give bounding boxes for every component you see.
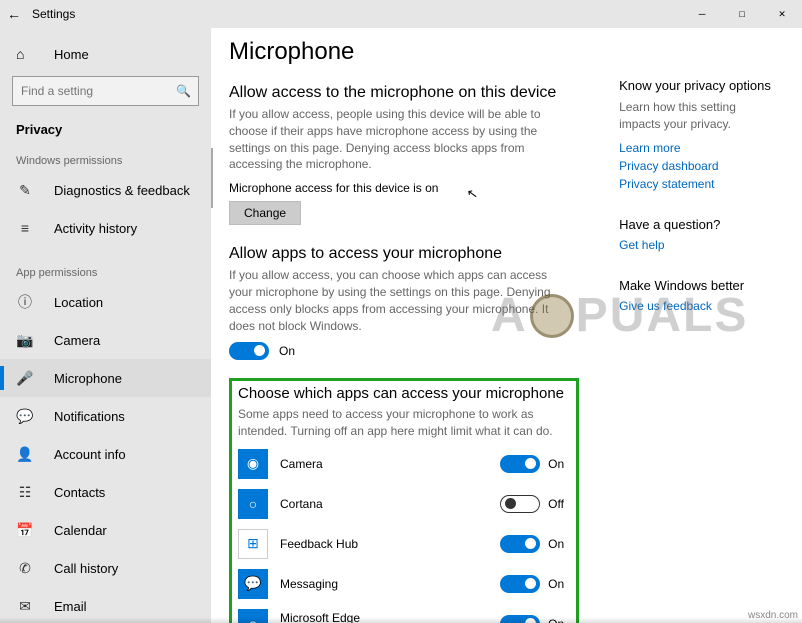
app-row-feedback-hub: ⊞ Feedback Hub On [238,524,570,564]
app-name: Camera [280,457,500,471]
nav-label: Diagnostics & feedback [54,183,190,198]
right-column: Know your privacy options Learn how this… [619,38,780,623]
link-privacy-dashboard[interactable]: Privacy dashboard [619,159,780,173]
app-row-cortana: ○ Cortana Off [238,484,570,524]
sidebar-item-location[interactable]: ⓘ Location [0,283,211,321]
highlighted-section: Choose which apps can access your microp… [229,378,579,623]
group-header-app-permissions: App permissions [0,261,211,283]
section-app-access-title: Allow apps to access your microphone [229,245,579,263]
app-toggle[interactable] [500,575,540,593]
link-give-us-feedback[interactable]: Give us feedback [619,299,780,313]
nav-icon: 👤 [16,446,34,463]
nav-label: Camera [54,333,100,348]
section-device-access-desc: If you allow access, people using this d… [229,106,559,173]
device-access-status: Microphone access for this device is on [229,181,579,195]
window-title: Settings [28,7,682,21]
section-device-access-title: Allow access to the microphone on this d… [229,84,579,102]
have-question-heading: Have a question? [619,217,780,232]
section-choose-apps-title: Choose which apps can access your microp… [238,385,570,402]
nav-label: Calendar [54,523,107,538]
sidebar-item-camera[interactable]: 📷 Camera [0,321,211,359]
nav-label: Contacts [54,485,105,500]
nav-icon: ⓘ [16,292,34,312]
app-name: Cortana [280,497,500,511]
privacy-options-desc: Learn how this setting impacts your priv… [619,99,780,133]
nav-icon: 💬 [16,408,34,425]
make-better-heading: Make Windows better [619,278,780,293]
nav-icon: 📅 [16,522,34,539]
nav-icon: ✎ [16,182,34,199]
current-category: Privacy [0,114,211,149]
link-learn-more[interactable]: Learn more [619,141,780,155]
nav-label: Account info [54,447,126,462]
link-privacy-statement[interactable]: Privacy statement [619,177,780,191]
close-button[interactable]: ✕ [762,0,802,28]
nav-icon: ☷ [16,484,34,501]
nav-label: Notifications [54,409,125,424]
nav-label: Call history [54,561,118,576]
nav-icon: 🎤 [16,370,34,387]
title-bar: ← Settings — ☐ ✕ [0,0,802,28]
app-row-messaging: 💬 Messaging On [238,564,570,604]
home-link[interactable]: ⌂ Home [0,36,211,72]
nav-icon: ✉ [16,598,34,615]
app-row-camera: ◉ Camera On [238,444,570,484]
nav-icon: ✆ [16,560,34,577]
app-toggle[interactable] [500,495,540,513]
nav-icon: 📷 [16,332,34,349]
app-toggle-state: On [548,457,570,471]
home-icon: ⌂ [16,46,34,62]
sidebar: ⌂ Home 🔍 Privacy Windows permissions ✎ Di… [0,28,211,623]
main-panel: ↖ Microphone Allow access to the microph… [211,28,802,623]
sidebar-item-activity-history[interactable]: ≡ Activity history [0,209,211,247]
app-name: Messaging [280,577,500,591]
app-icon: ⊞ [238,529,268,559]
app-toggle-state: Off [548,497,570,511]
minimize-button[interactable]: — [682,0,722,28]
nav-label: Microphone [54,371,122,386]
app-icon: 💬 [238,569,268,599]
sidebar-item-notifications[interactable]: 💬 Notifications [0,397,211,435]
app-toggle[interactable] [500,455,540,473]
bottom-shadow [0,617,802,623]
search-field[interactable]: 🔍 [12,76,199,106]
sidebar-item-microphone[interactable]: 🎤 Microphone [0,359,211,397]
home-label: Home [54,47,89,62]
change-button[interactable]: Change [229,201,301,225]
back-button[interactable]: ← [0,6,28,22]
sidebar-item-account-info[interactable]: 👤 Account info [0,435,211,473]
app-name: Feedback Hub [280,537,500,551]
section-choose-apps-desc: Some apps need to access your microphone… [238,406,568,440]
allow-apps-toggle-state: On [279,344,295,358]
nav-label: Activity history [54,221,137,236]
sidebar-item-contacts[interactable]: ☷ Contacts [0,473,211,511]
app-icon: ◉ [238,449,268,479]
maximize-button[interactable]: ☐ [722,0,762,28]
page-title: Microphone [229,38,579,66]
nav-label: Location [54,295,103,310]
search-input[interactable] [21,84,176,98]
privacy-options-heading: Know your privacy options [619,78,780,93]
window-controls: — ☐ ✕ [682,0,802,28]
sidebar-item-diagnostics-feedback[interactable]: ✎ Diagnostics & feedback [0,171,211,209]
sidebar-item-calendar[interactable]: 📅 Calendar [0,511,211,549]
link-get-help[interactable]: Get help [619,238,780,252]
nav-icon: ≡ [16,220,34,236]
allow-apps-toggle[interactable] [229,342,269,360]
section-app-access-desc: If you allow access, you can choose whic… [229,267,559,334]
group-header-windows-permissions: Windows permissions [0,149,211,171]
sidebar-item-call-history[interactable]: ✆ Call history [0,549,211,587]
scroll-indicator[interactable] [211,148,213,208]
nav-label: Email [54,599,87,614]
search-icon: 🔍 [176,84,191,98]
app-toggle-state: On [548,537,570,551]
app-icon: ○ [238,489,268,519]
app-toggle[interactable] [500,535,540,553]
app-toggle-state: On [548,577,570,591]
